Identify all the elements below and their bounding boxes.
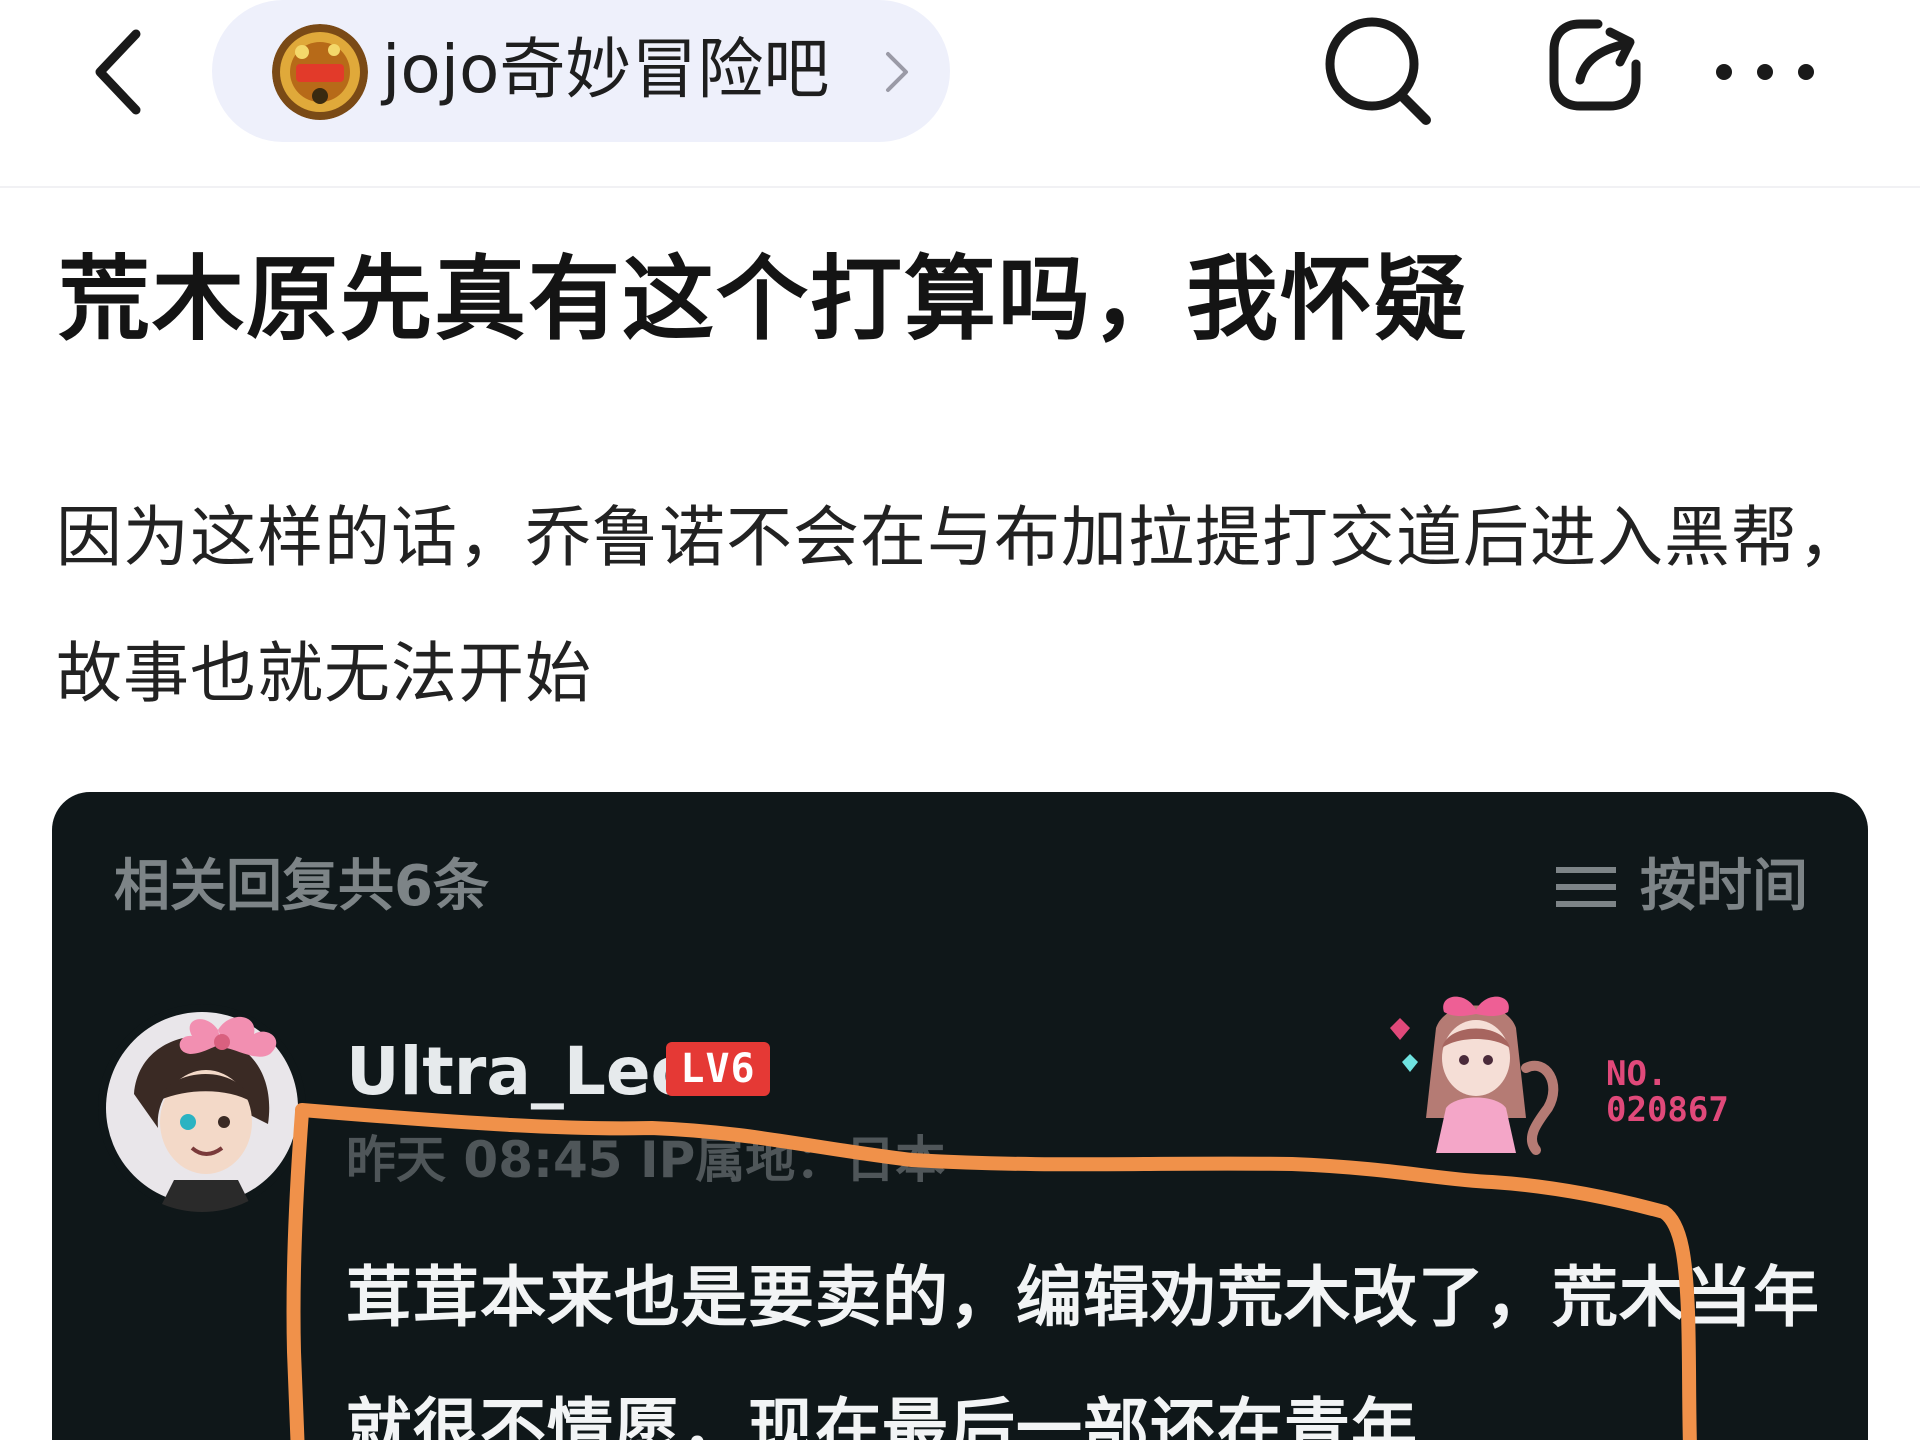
reply-meta-info: 昨天 08:45 IP属地：日本 <box>346 1131 946 1189</box>
user-level-badge: LV6 <box>666 1042 770 1096</box>
fan-number-prefix: NO. <box>1606 1054 1668 1094</box>
reply-user-avatar[interactable] <box>98 1004 306 1212</box>
search-icon <box>1325 17 1431 125</box>
post-title: 荒木原先真有这个打算吗，我怀疑 <box>58 246 1469 353</box>
top-nav-bar: jojo奇妙冒险吧 <box>0 0 1920 188</box>
sort-by-time-control[interactable]: 按时间 <box>1554 852 1808 922</box>
embedded-reply-screenshot[interactable]: 相关回复共6条 按时间 Ultra_Leo LV6 昨天 08:45 IP属地：… <box>52 792 1868 1440</box>
fan-number-value: 020867 <box>1606 1090 1729 1130</box>
reply-count-label: 相关回复共6条 <box>114 854 489 919</box>
reply-username: Ultra_Leo <box>346 1033 697 1110</box>
share-icon <box>1549 19 1641 111</box>
more-dots-icon <box>1716 64 1814 80</box>
reply-content-text: 茸茸本来也是要卖的，编辑劝荒木改了，荒木当年就很不情愿，现在最后一部还在青年 <box>346 1259 1820 1440</box>
chevron-right-icon <box>886 52 908 92</box>
sort-label: 按时间 <box>1640 854 1808 919</box>
share-button[interactable] <box>1540 10 1650 120</box>
more-options-button[interactable] <box>1700 30 1830 110</box>
forum-name: jojo奇妙冒险吧 <box>382 31 830 108</box>
post-body-text: 因为这样的话，乔鲁诺不会在与布加拉提打交道后进入黑帮，故事也就无法开始 <box>56 499 1865 712</box>
sort-lines-icon <box>1556 867 1616 907</box>
search-button[interactable] <box>1318 8 1438 128</box>
fan-number-badge: NO. 020867 <box>1606 1056 1729 1128</box>
back-arrow-icon <box>95 29 141 115</box>
back-button[interactable] <box>70 22 170 122</box>
forum-avatar <box>272 24 368 120</box>
forum-entry-pill[interactable]: jojo奇妙冒险吧 <box>212 0 950 142</box>
anime-girl-decoration <box>1376 988 1576 1158</box>
